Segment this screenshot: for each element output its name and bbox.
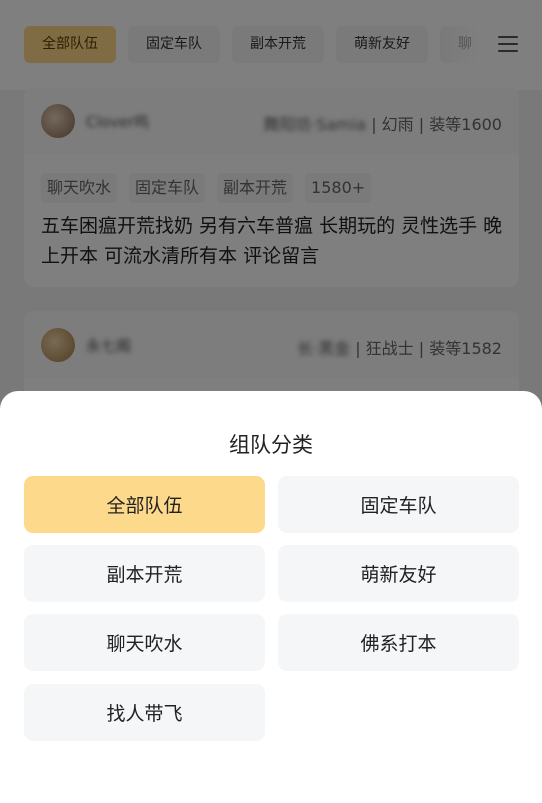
category-option-casual[interactable]: 佛系打本	[278, 614, 519, 671]
sheet-title: 组队分类	[229, 433, 313, 457]
category-option-fixed-team[interactable]: 固定车队	[278, 476, 519, 533]
category-option-newbie[interactable]: 萌新友好	[278, 545, 519, 602]
category-option-dungeon[interactable]: 副本开荒	[24, 545, 265, 602]
category-option-chat[interactable]: 聊天吹水	[24, 614, 265, 671]
category-option-carry[interactable]: 找人带飞	[24, 684, 265, 741]
team-category-sheet: 组队分类 全部队伍 固定车队 副本开荒 萌新友好 聊天吹水 佛系打本 找人带飞	[0, 391, 542, 803]
category-option-all[interactable]: 全部队伍	[24, 476, 265, 533]
